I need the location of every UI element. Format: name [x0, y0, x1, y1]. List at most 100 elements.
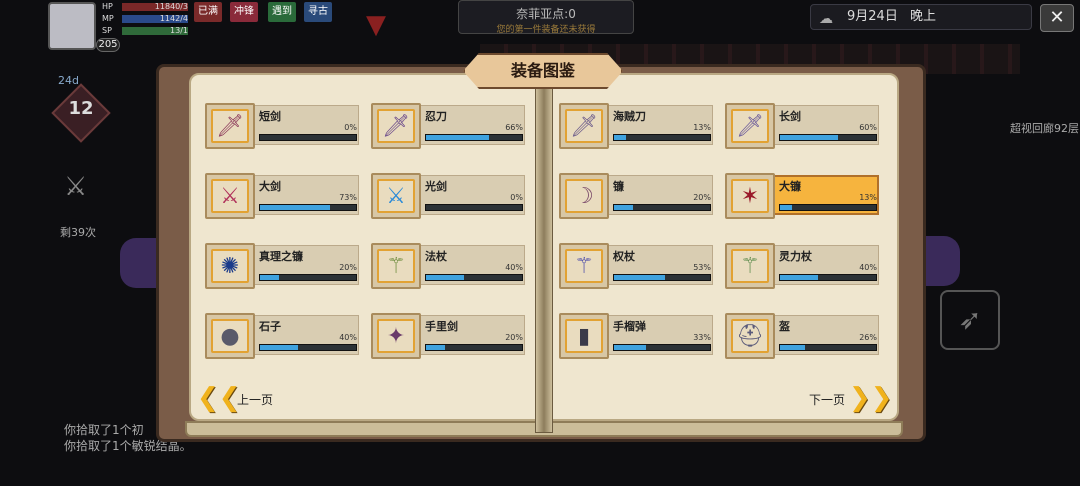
codex-item[interactable]: ⛑ 盔 26% [725, 313, 881, 359]
floor-text: 超视回廊92层 [1010, 122, 1079, 135]
item-percent: 20% [693, 193, 711, 202]
codex-item[interactable]: ▮ 手榴弹 33% [559, 313, 715, 359]
bow-icon[interactable]: ➶ [940, 290, 1000, 350]
item-progress-bar [425, 274, 523, 281]
codex-item[interactable]: ☽ 镰 20% [559, 173, 715, 219]
item-progress-bar [425, 344, 523, 351]
next-page-label: 下一页 [809, 392, 846, 407]
item-percent: 40% [339, 333, 357, 342]
codex-item[interactable]: ⚔ 大剑 73% [205, 173, 361, 219]
item-progress-bar [613, 274, 711, 281]
item-icon-frame: ● [205, 313, 255, 359]
item-percent: 73% [339, 193, 357, 202]
item-percent: 13% [859, 193, 877, 202]
codex-item[interactable]: ⚚ 法杖 40% [371, 243, 527, 289]
item-name: 忍刀 [425, 110, 447, 123]
player-avatar[interactable] [48, 2, 96, 50]
codex-item[interactable]: ⚔ 光剑 0% [371, 173, 527, 219]
sp-bar: SP 13/1 [100, 26, 190, 36]
time-of-day-text: 晚上 [909, 9, 936, 24]
double-chevron-right-icon: ❯❯ [849, 383, 893, 413]
item-name: 长剑 [779, 110, 801, 123]
item-progress-bar [425, 134, 523, 141]
item-name: 手里剑 [425, 320, 458, 333]
item-icon-frame: 🗡 [725, 103, 775, 149]
item-progress-bar [779, 204, 877, 211]
item-progress-bar [613, 344, 711, 351]
codex-item[interactable]: ✺ 真理之镰 20% [205, 243, 361, 289]
mp-label: MP [102, 14, 114, 23]
codex-item[interactable]: ● 石子 40% [205, 313, 361, 359]
item-progress-bar [779, 134, 877, 141]
item-name: 短剑 [259, 110, 281, 123]
item-percent: 13% [693, 123, 711, 132]
helmet-icon: ⛑ [731, 319, 769, 353]
codex-item[interactable]: 🗡 忍刀 66% [371, 103, 527, 149]
codex-item[interactable]: ⚚ 灵力杖 40% [725, 243, 881, 289]
codex-item[interactable]: ✦ 手里剑 20% [371, 313, 527, 359]
codex-title: 装备图鉴 [463, 53, 623, 89]
item-progress-bar [613, 204, 711, 211]
item-icon-frame: 🗡 [371, 103, 421, 149]
remaining-count: 剩39次 [60, 226, 96, 239]
stone-icon: ● [211, 319, 249, 353]
item-progress-fill [780, 345, 805, 350]
item-progress-bar [425, 204, 523, 211]
weather-cloud-icon: ☁ [819, 11, 833, 27]
status-tag-3[interactable]: 遇到 [268, 2, 296, 22]
item-icon-frame: ⚚ [725, 243, 775, 289]
item-name: 权杖 [613, 250, 635, 263]
grenade-icon: ▮ [565, 319, 603, 353]
great-scythe-icon: ✶ [731, 179, 769, 213]
item-name: 镰 [613, 180, 624, 193]
book-spine [535, 69, 553, 433]
spirit-staff-icon: ⚚ [731, 249, 769, 283]
dagger-icon: 🗡 [211, 109, 249, 143]
codex-item[interactable]: 🗡 长剑 60% [725, 103, 881, 149]
item-progress-fill [426, 275, 465, 280]
double-chevron-left-icon: ❮❮ [197, 383, 241, 413]
status-tag-4[interactable]: 寻古 [304, 2, 332, 22]
item-name: 盔 [779, 320, 790, 333]
longsword-icon: 🗡 [731, 109, 769, 143]
item-name: 大镰 [779, 180, 801, 193]
date-panel: ☁ 9月24日 晚上 [810, 4, 1032, 30]
item-progress-fill [780, 135, 838, 140]
sky-points-sub: 您的第一件装备还未获得 [496, 25, 596, 35]
item-progress-fill [614, 275, 665, 280]
prev-page-button[interactable]: ❮❮ 上一页 [197, 383, 273, 415]
item-icon-frame: ⛑ [725, 313, 775, 359]
next-page-button[interactable]: 下一页 ❯❯ [809, 383, 893, 415]
item-name: 石子 [259, 320, 281, 333]
close-button[interactable]: ✕ [1040, 4, 1074, 32]
item-progress-bar [259, 134, 357, 141]
status-tag-2[interactable]: 冲锋 [230, 2, 258, 22]
codex-item[interactable]: ✶ 大镰 13% [725, 173, 881, 219]
item-name: 大剑 [259, 180, 281, 193]
item-progress-bar [779, 274, 877, 281]
mp-bar: MP 1142/4 [100, 14, 190, 24]
codex-item[interactable]: 🗡 短剑 0% [205, 103, 361, 149]
item-icon-frame: 🗡 [205, 103, 255, 149]
item-percent: 26% [859, 333, 877, 342]
ninja-sword-icon: 🗡 [377, 109, 415, 143]
item-icon-frame: ✦ [371, 313, 421, 359]
sp-value: 13/1 [170, 26, 188, 35]
equipment-codex-book: 装备图鉴 🗡 短剑 0% 🗡 忍刀 66% ⚔ 大剑 73% ⚔ 光剑 0% ✺ 真理之镰 20% ⚚ 法杖 40… [156, 53, 926, 442]
item-icon-frame: ⚔ [205, 173, 255, 219]
status-tag-1[interactable]: 已满 [194, 2, 222, 22]
item-name: 光剑 [425, 180, 447, 193]
shuriken-icon: ✦ [377, 319, 415, 353]
item-percent: 66% [505, 123, 523, 132]
item-name: 真理之镰 [259, 250, 303, 263]
crossed-swords-icon[interactable]: ⚔ [64, 172, 87, 202]
codex-item[interactable]: ⚚ 权杖 53% [559, 243, 715, 289]
item-percent: 40% [859, 263, 877, 272]
hp-label: HP [102, 2, 113, 11]
item-progress-fill [426, 345, 446, 350]
item-icon-frame: ⚔ [371, 173, 421, 219]
codex-item[interactable]: 🗡 海贼刀 13% [559, 103, 715, 149]
left-stat: 24d [58, 74, 79, 87]
pirate-sword-icon: 🗡 [565, 109, 603, 143]
item-progress-fill [260, 205, 331, 210]
